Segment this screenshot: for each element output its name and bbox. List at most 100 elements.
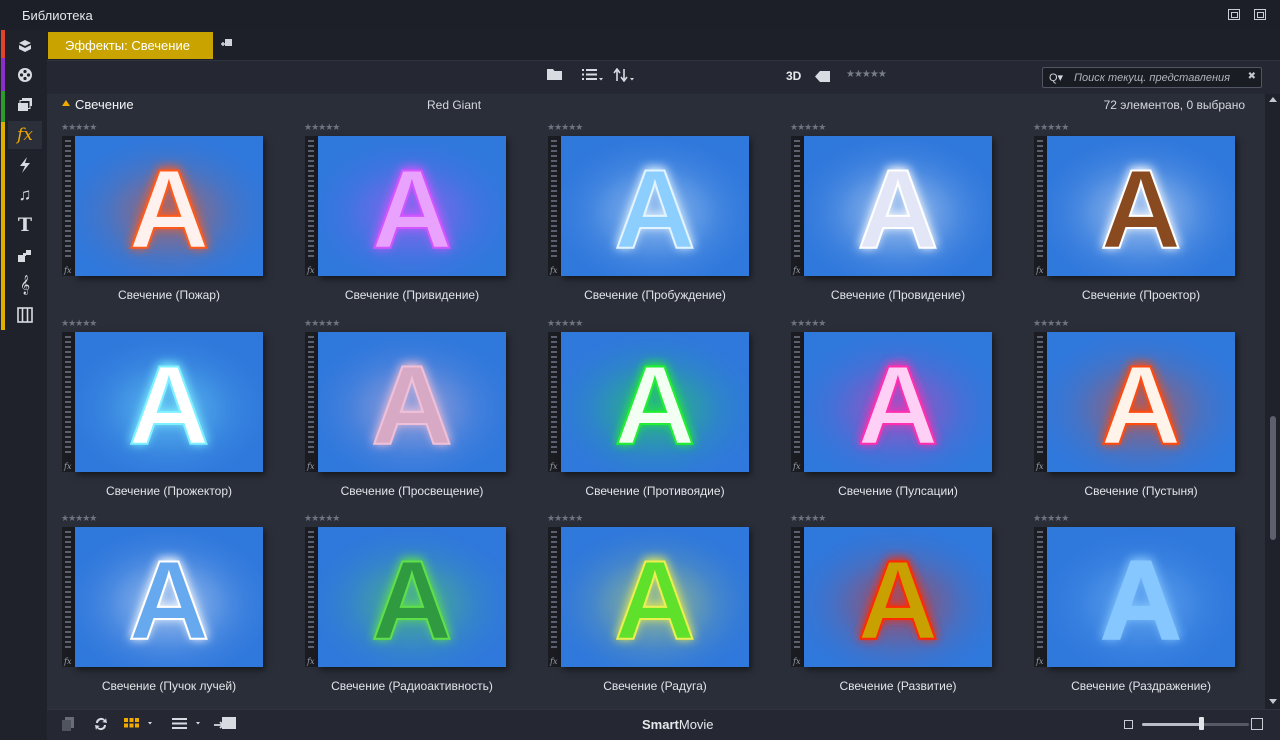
effect-item[interactable]: ★★★★★AAСвечение (Пожар): [47, 122, 263, 317]
grid-view-icon[interactable]: [123, 716, 153, 733]
effect-item[interactable]: ★★★★★AAСвечение (Развитие): [776, 513, 992, 708]
effect-label[interactable]: Свечение (Противоядие): [533, 484, 777, 498]
item-rating-stars[interactable]: ★★★★★: [304, 122, 340, 133]
vertical-scrollbar[interactable]: [1265, 94, 1280, 709]
list-view-dropdown-icon[interactable]: [582, 68, 604, 84]
effect-label[interactable]: Свечение (Пустыня): [1019, 484, 1263, 498]
section-title[interactable]: Свечение: [75, 97, 134, 112]
search-clear-icon[interactable]: ✖: [1248, 71, 1256, 82]
rating-filter-stars[interactable]: ★★★★★: [846, 69, 887, 80]
effect-label[interactable]: Свечение (Пучок лучей): [47, 679, 291, 693]
item-rating-stars[interactable]: ★★★★★: [1033, 318, 1069, 329]
effect-item[interactable]: ★★★★★AAСвечение (Пучок лучей): [47, 513, 263, 708]
zoom-slider-track[interactable]: [1142, 723, 1249, 726]
zoom-in-large-icon[interactable]: [1251, 718, 1263, 730]
film-reel-icon[interactable]: [8, 61, 42, 89]
collapse-arrow-icon[interactable]: [62, 100, 70, 106]
effect-item[interactable]: ★★★★★AAСвечение (Радиоактивность): [290, 513, 506, 708]
piano-keys-icon[interactable]: [8, 301, 42, 329]
effect-thumbnail[interactable]: AA: [318, 136, 506, 276]
effect-item[interactable]: ★★★★★AAСвечение (Привидение): [290, 122, 506, 317]
filter-3d-toggle[interactable]: 3D: [786, 69, 801, 83]
effect-thumbnail[interactable]: AA: [75, 136, 263, 276]
effect-thumbnail[interactable]: AA: [804, 527, 992, 667]
effect-thumbnail[interactable]: AA: [318, 527, 506, 667]
effect-item[interactable]: ★★★★★AAСвечение (Пулсации): [776, 318, 992, 513]
effect-thumbnail[interactable]: AA: [318, 332, 506, 472]
list-mode-dropdown-icon[interactable]: [171, 716, 203, 733]
item-rating-stars[interactable]: ★★★★★: [61, 122, 97, 133]
media-stack-icon[interactable]: [8, 91, 42, 119]
montage-blocks-icon[interactable]: [8, 241, 42, 269]
effect-item[interactable]: ★★★★★AAСвечение (Провидение): [776, 122, 992, 317]
music-note-icon[interactable]: ♫: [8, 181, 42, 209]
pin-tab-icon[interactable]: [220, 38, 234, 53]
zoom-out-small-icon[interactable]: [1124, 720, 1133, 729]
item-rating-stars[interactable]: ★★★★★: [61, 318, 97, 329]
effect-label[interactable]: Свечение (Радиоактивность): [290, 679, 534, 693]
sort-dropdown-icon[interactable]: [613, 67, 635, 85]
effect-label[interactable]: Свечение (Привидение): [290, 288, 534, 302]
item-rating-stars[interactable]: ★★★★★: [790, 513, 826, 524]
effect-thumbnail[interactable]: AA: [1047, 136, 1235, 276]
film-strip-icon: [548, 136, 561, 276]
sync-refresh-icon[interactable]: [93, 716, 109, 735]
transitions-bolt-icon[interactable]: [8, 151, 42, 179]
search-icon[interactable]: Q▾: [1049, 71, 1063, 84]
titles-text-icon[interactable]: T: [8, 211, 42, 239]
effect-label[interactable]: Свечение (Прожектор): [47, 484, 291, 498]
svg-text:A: A: [129, 343, 210, 468]
item-rating-stars[interactable]: ★★★★★: [304, 318, 340, 329]
tab-effects-glow[interactable]: Эффекты: Свечение: [48, 32, 213, 59]
item-rating-stars[interactable]: ★★★★★: [790, 122, 826, 133]
effect-thumbnail[interactable]: AA: [804, 332, 992, 472]
effect-item[interactable]: ★★★★★AAСвечение (Пробуждение): [533, 122, 749, 317]
send-to-timeline-icon[interactable]: [213, 716, 237, 735]
effect-item[interactable]: ★★★★★AAСвечение (Проектор): [1019, 122, 1235, 317]
effect-item[interactable]: ★★★★★AAСвечение (Пустыня): [1019, 318, 1235, 513]
item-rating-stars[interactable]: ★★★★★: [547, 513, 583, 524]
effect-label[interactable]: Свечение (Просвещение): [290, 484, 534, 498]
effect-label[interactable]: Свечение (Пулсации): [776, 484, 1020, 498]
effect-label[interactable]: Свечение (Пожар): [47, 288, 291, 302]
tag-filter-icon[interactable]: [815, 70, 831, 85]
smartmovie-button[interactable]: SmartMovie: [642, 717, 714, 732]
effect-thumbnail[interactable]: AA: [1047, 332, 1235, 472]
effect-thumbnail[interactable]: AA: [1047, 527, 1235, 667]
effect-thumbnail[interactable]: AA: [561, 332, 749, 472]
effect-thumbnail[interactable]: AA: [561, 527, 749, 667]
effect-label[interactable]: Свечение (Провидение): [776, 288, 1020, 302]
item-rating-stars[interactable]: ★★★★★: [304, 513, 340, 524]
effect-label[interactable]: Свечение (Радуга): [533, 679, 777, 693]
effect-label[interactable]: Свечение (Проектор): [1019, 288, 1263, 302]
item-rating-stars[interactable]: ★★★★★: [547, 122, 583, 133]
item-rating-stars[interactable]: ★★★★★: [61, 513, 97, 524]
scrollbar-thumb[interactable]: [1270, 416, 1276, 540]
effect-item[interactable]: ★★★★★AAСвечение (Радуга): [533, 513, 749, 708]
effect-label[interactable]: Свечение (Развитие): [776, 679, 1020, 693]
scroll-down-arrow-icon[interactable]: [1269, 699, 1277, 704]
scroll-up-arrow-icon[interactable]: [1269, 97, 1277, 102]
effects-fx-icon[interactable]: fx: [8, 121, 42, 149]
item-rating-stars[interactable]: ★★★★★: [1033, 122, 1069, 133]
item-rating-stars[interactable]: ★★★★★: [790, 318, 826, 329]
item-rating-stars[interactable]: ★★★★★: [1033, 513, 1069, 524]
effect-thumbnail[interactable]: AA: [75, 332, 263, 472]
projects-box-icon[interactable]: [8, 32, 42, 60]
item-rating-stars[interactable]: ★★★★★: [547, 318, 583, 329]
treble-clef-icon[interactable]: 𝄞: [8, 271, 42, 299]
effect-thumbnail[interactable]: AA: [75, 527, 263, 667]
effect-item[interactable]: ★★★★★AAСвечение (Просвещение): [290, 318, 506, 513]
effect-item[interactable]: ★★★★★AAСвечение (Прожектор): [47, 318, 263, 513]
zoom-slider-thumb[interactable]: [1199, 717, 1204, 730]
effect-label[interactable]: Свечение (Пробуждение): [533, 288, 777, 302]
effect-thumbnail[interactable]: AA: [561, 136, 749, 276]
search-input[interactable]: [1074, 70, 1242, 85]
effect-item[interactable]: ★★★★★AAСвечение (Противоядие): [533, 318, 749, 513]
restore-window-icon[interactable]: [1254, 9, 1266, 20]
effect-item[interactable]: ★★★★★AAСвечение (Раздражение): [1019, 513, 1235, 708]
effect-label[interactable]: Свечение (Раздражение): [1019, 679, 1263, 693]
undock-icon[interactable]: [1228, 9, 1240, 20]
effect-thumbnail[interactable]: AA: [804, 136, 992, 276]
folder-icon[interactable]: [547, 68, 563, 84]
